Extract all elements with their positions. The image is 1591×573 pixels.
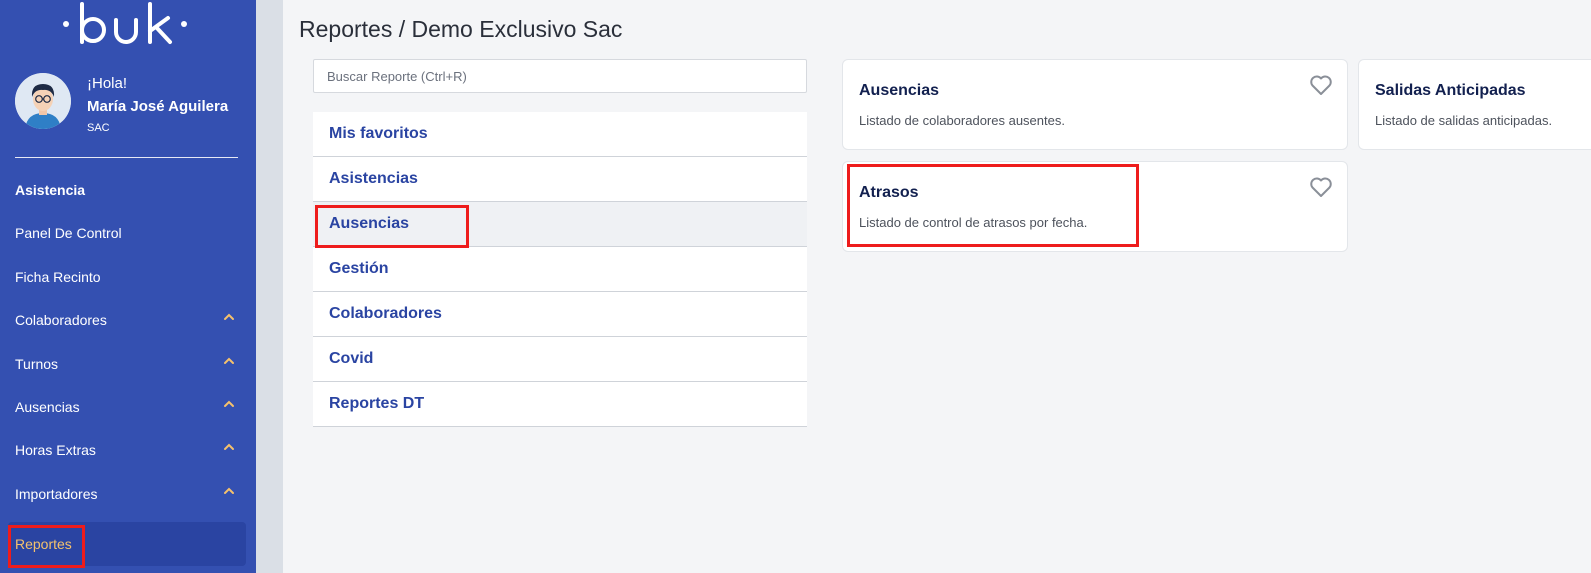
sidebar-item-ficha-recinto[interactable]: Ficha Recinto — [0, 255, 256, 299]
buk-logo[interactable] — [60, 0, 190, 50]
report-card-ausencias[interactable]: Ausencias Listado de colaboradores ausen… — [842, 59, 1348, 150]
heart-icon[interactable] — [1309, 176, 1333, 198]
sidebar-item-label: Panel De Control — [15, 225, 122, 241]
sidebar-item-label: Ausencias — [15, 399, 80, 415]
category-reportes-dt[interactable]: Reportes DT — [313, 382, 807, 427]
heart-icon[interactable] — [1309, 74, 1333, 96]
chevron-up-icon[interactable] — [222, 440, 236, 454]
sidebar-item-colaboradores[interactable]: Colaboradores — [0, 298, 256, 342]
category-mis-favoritos[interactable]: Mis favoritos — [313, 112, 807, 157]
sidebar-item-reportes[interactable]: Reportes — [8, 522, 246, 566]
greeting: ¡Hola! — [87, 75, 128, 92]
sidebar-item-ausencias[interactable]: Ausencias — [0, 385, 256, 429]
sidebar-item-panel-de-control[interactable]: Panel De Control — [0, 211, 256, 255]
category-ausencias[interactable]: Ausencias — [313, 202, 807, 247]
report-card-salidas-anticipadas[interactable]: Salidas Anticipadas Listado de salidas a… — [1358, 59, 1591, 150]
report-description: Listado de colaboradores ausentes. — [859, 113, 1065, 128]
sidebar-item-label: Importadores — [15, 486, 98, 502]
category-list: Mis favoritos Asistencias Ausencias Gest… — [313, 112, 807, 427]
report-title: Atrasos — [859, 184, 919, 201]
sidebar-item-label: Reportes — [15, 536, 72, 552]
sidebar-item-horas-extras[interactable]: Horas Extras — [0, 428, 256, 472]
chevron-up-icon[interactable] — [222, 484, 236, 498]
page-title: Reportes / Demo Exclusivo Sac — [299, 16, 623, 42]
category-gestion[interactable]: Gestión — [313, 247, 807, 292]
chevron-up-icon[interactable] — [222, 354, 236, 368]
sidebar-divider — [15, 157, 238, 158]
report-description: Listado de salidas anticipadas. — [1375, 113, 1553, 128]
report-title: Ausencias — [859, 82, 940, 99]
sidebar: ¡Hola! María José Aguilera SAC Asistenci… — [0, 0, 256, 573]
sidebar-section-asistencia[interactable]: Asistencia — [0, 168, 256, 212]
category-covid[interactable]: Covid — [313, 337, 807, 382]
sidebar-item-label: Turnos — [15, 356, 59, 372]
sidebar-item-turnos[interactable]: Turnos — [0, 342, 256, 386]
report-title: Salidas Anticipadas — [1375, 82, 1526, 99]
sidebar-item-label: Ficha Recinto — [15, 269, 101, 285]
sidebar-item-label: Colaboradores — [15, 312, 107, 328]
chevron-up-icon[interactable] — [222, 310, 236, 324]
report-card-atrasos[interactable]: Atrasos Listado de control de atrasos po… — [842, 161, 1348, 252]
report-description: Listado de control de atrasos por fecha. — [859, 215, 1088, 230]
user-profile[interactable]: ¡Hola! María José Aguilera SAC — [15, 73, 245, 134]
search-input[interactable] — [313, 59, 807, 93]
user-name: María José Aguilera — [87, 98, 229, 115]
avatar — [15, 73, 71, 129]
chevron-up-icon[interactable] — [222, 397, 236, 411]
category-asistencias[interactable]: Asistencias — [313, 157, 807, 202]
category-colaboradores[interactable]: Colaboradores — [313, 292, 807, 337]
sidebar-gutter — [256, 0, 283, 573]
sidebar-item-label: Horas Extras — [15, 442, 96, 458]
user-role: SAC — [87, 122, 110, 134]
sidebar-item-importadores[interactable]: Importadores — [0, 472, 256, 516]
